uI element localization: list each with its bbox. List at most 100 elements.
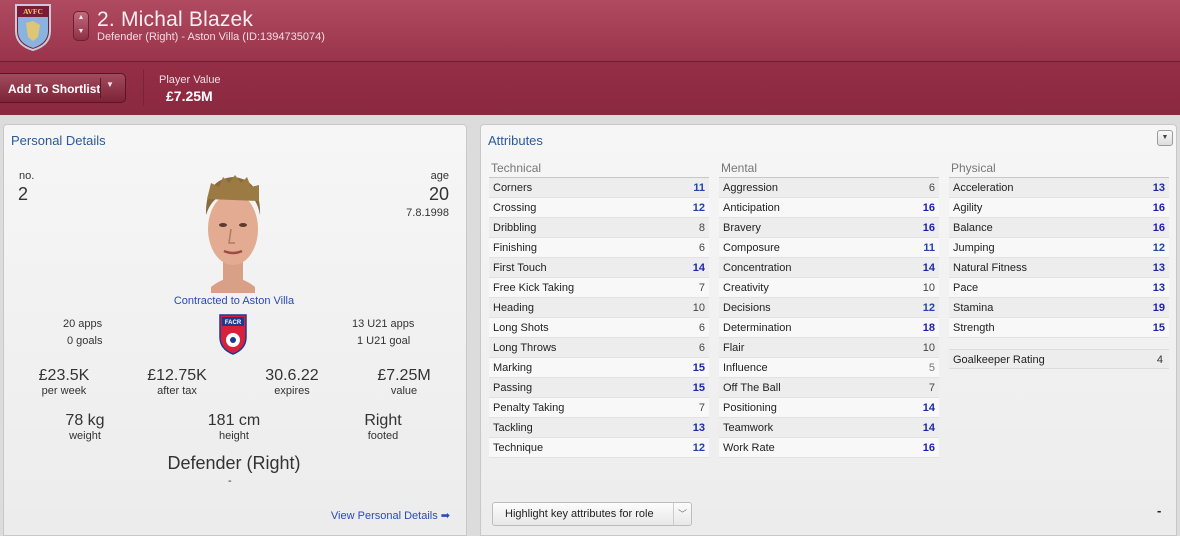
attribute-row-concentration[interactable]: Concentration 14 [719,258,939,278]
attribute-name: Technique [493,442,544,454]
attribute-value: 13 [1152,282,1165,294]
player-nav-stepper[interactable]: ▲ ▼ [73,11,89,41]
attribute-row-technique[interactable]: Technique 12 [489,438,709,458]
highlight-role-select[interactable]: Highlight key attributes for role ﹀ [492,502,692,526]
attribute-row-long-shots[interactable]: Long Shots 6 [489,318,709,338]
attribute-row-tackling[interactable]: Tackling 13 [489,418,709,438]
contract-expiry-stat: 30.6.22 expires [252,367,332,397]
attribute-name: Aggression [723,182,779,194]
attribute-row-natural-fitness[interactable]: Natural Fitness 13 [949,258,1169,278]
add-to-shortlist-button[interactable]: Add To Shortlist ▼ [0,73,126,103]
next-player-arrow-icon[interactable]: ▼ [74,28,88,35]
attribute-value: 19 [1152,302,1165,314]
attribute-value: 13 [1152,262,1165,274]
wage-value: £23.5K [38,367,90,384]
attribute-row-anticipation[interactable]: Anticipation 16 [719,198,939,218]
player-face-image [205,175,261,293]
add-to-shortlist-label[interactable]: Add To Shortlist [8,82,100,96]
attribute-row-off-the-ball[interactable]: Off The Ball 7 [719,378,939,398]
attribute-name: Natural Fitness [953,262,1027,274]
attributes-panel: Attributes ▼ Technical Corners 11 Crossing… [480,124,1177,536]
attribute-row-flair[interactable]: Flair 10 [719,338,939,358]
attribute-name: Balance [953,222,993,234]
attribute-row-determination[interactable]: Determination 18 [719,318,939,338]
contract-expiry-value: 30.6.22 [265,367,319,384]
attribute-row-pace[interactable]: Pace 13 [949,278,1169,298]
attribute-row-work-rate[interactable]: Work Rate 16 [719,438,939,458]
attribute-row-bravery[interactable]: Bravery 16 [719,218,939,238]
arrow-right-icon[interactable]: ➡ [441,510,450,522]
previous-player-arrow-icon[interactable]: ▲ [74,14,88,21]
attribute-row-passing[interactable]: Passing 15 [489,378,709,398]
attribute-row-influence[interactable]: Influence 5 [719,358,939,378]
date-of-birth: 7.8.1998 [406,207,449,219]
attribute-name: Anticipation [723,202,780,214]
attribute-name: First Touch [493,262,547,274]
goalkeeper-rating-value: 4 [1156,354,1163,366]
attribute-value: 5 [928,362,935,374]
attribute-value: 16 [1152,202,1165,214]
goalkeeper-rating-label: Goalkeeper Rating [953,354,1045,366]
player-position: Defender (Right) [167,453,301,473]
attributes-title[interactable]: Attributes [488,133,543,148]
attribute-row-agility[interactable]: Agility 16 [949,198,1169,218]
wage-caption: per week [41,385,87,397]
attribute-value: 12 [1152,242,1165,254]
wage-stat: £23.5K per week [24,367,104,397]
attribute-value: 6 [698,242,705,254]
transfer-value-caption: value [390,385,418,397]
transfer-value: £7.25M [377,367,431,384]
attribute-row-strength[interactable]: Strength 15 [949,318,1169,338]
attribute-row-free-kick-taking[interactable]: Free Kick Taking 7 [489,278,709,298]
attribute-value: 16 [922,442,935,454]
contract-status[interactable]: Contracted to Aston Villa [134,295,334,307]
attribute-row-jumping[interactable]: Jumping 12 [949,238,1169,258]
chevron-down-icon[interactable]: ▼ [106,80,114,89]
view-personal-details-label[interactable]: View Personal Details [331,510,438,522]
physical-attributes: Physical Acceleration 13 Agility 16 Balance 1… [949,161,1169,338]
attribute-value: 11 [923,242,935,254]
attribute-value: 12 [692,442,705,454]
preferred-foot-caption: footed [367,430,399,442]
national-team-badge-icon[interactable]: FACR [218,313,248,355]
attribute-row-creativity[interactable]: Creativity 10 [719,278,939,298]
attribute-row-first-touch[interactable]: First Touch 14 [489,258,709,278]
button-divider [100,78,101,98]
attribute-row-decisions[interactable]: Decisions 12 [719,298,939,318]
attribute-row-marking[interactable]: Marking 15 [489,358,709,378]
attribute-row-balance[interactable]: Balance 16 [949,218,1169,238]
attribute-value: 8 [698,222,705,234]
highlight-role-label[interactable]: Highlight key attributes for role [505,508,654,520]
attribute-row-composure[interactable]: Composure 11 [719,238,939,258]
attribute-row-penalty-taking[interactable]: Penalty Taking 7 [489,398,709,418]
attribute-row-teamwork[interactable]: Teamwork 14 [719,418,939,438]
attribute-row-acceleration[interactable]: Acceleration 13 [949,178,1169,198]
attribute-value: 13 [1152,182,1165,194]
panel-menu-chevron-icon[interactable]: ▼ [1157,130,1173,146]
attribute-row-crossing[interactable]: Crossing 12 [489,198,709,218]
attribute-name: Finishing [493,242,538,254]
attribute-row-heading[interactable]: Heading 10 [489,298,709,318]
club-crest-icon: AVFC [15,4,51,51]
after-tax-stat: £12.75K after tax [137,367,217,397]
svg-text:FACR: FACR [225,320,242,326]
attribute-row-dribbling[interactable]: Dribbling 8 [489,218,709,238]
goalkeeper-rating-row: Goalkeeper Rating 4 [949,349,1169,369]
svg-text:AVFC: AVFC [23,7,43,16]
attribute-row-positioning[interactable]: Positioning 14 [719,398,939,418]
preferred-foot-value: Right [364,412,402,429]
u21-apps: 13 U21 apps [352,318,415,330]
attribute-value: 7 [698,282,705,294]
attribute-value: 10 [922,342,935,354]
personal-details-title[interactable]: Personal Details [11,133,106,148]
attributes-footer-dash: - [1157,503,1162,518]
attribute-name: Positioning [723,402,777,414]
attribute-row-stamina[interactable]: Stamina 19 [949,298,1169,318]
attribute-row-long-throws[interactable]: Long Throws 6 [489,338,709,358]
attribute-row-aggression[interactable]: Aggression 6 [719,178,939,198]
chevron-down-icon[interactable]: ﹀ [672,503,687,525]
attribute-row-finishing[interactable]: Finishing 6 [489,238,709,258]
attribute-row-corners[interactable]: Corners 11 [489,178,709,198]
view-personal-details-link[interactable]: View Personal Details ➡ [331,509,450,522]
attribute-name: Work Rate [723,442,775,454]
